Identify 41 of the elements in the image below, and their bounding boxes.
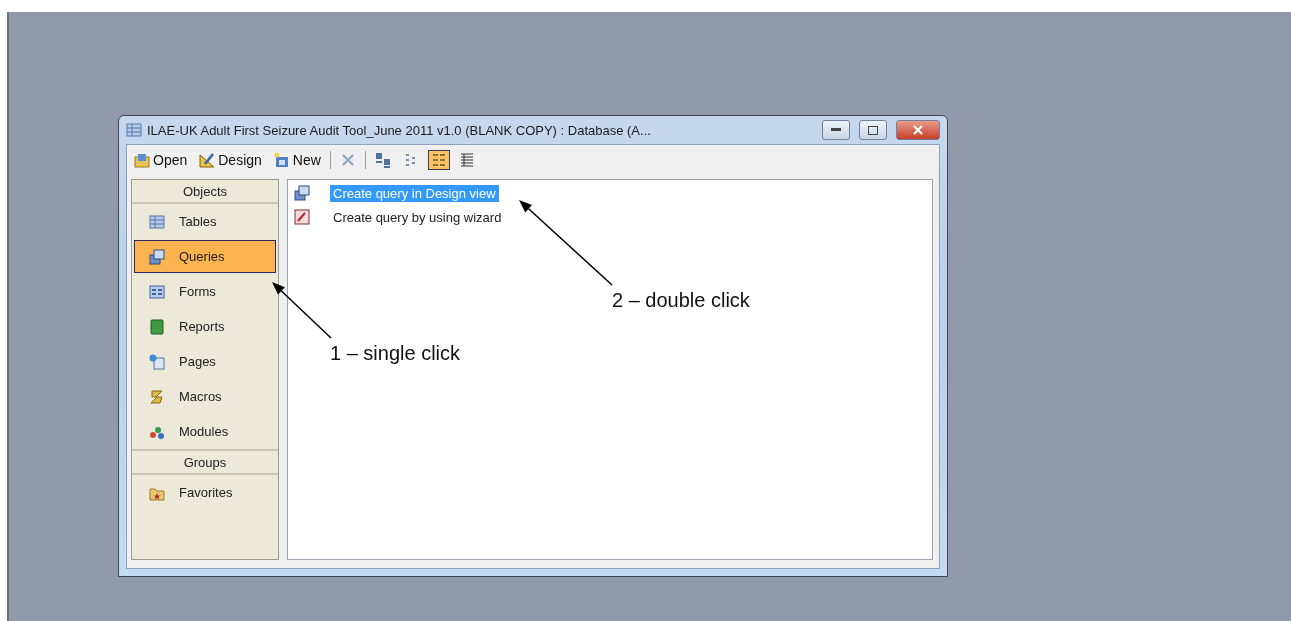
list-view-button[interactable] [427,150,450,170]
toolbar-button[interactable]: Open [131,150,191,170]
list-view-icon [430,152,447,168]
section-header[interactable]: Objects [132,180,278,204]
annotation-label: 1 – single click [330,342,461,365]
sidebar-item[interactable]: Pages [134,345,276,378]
details-view-icon [458,152,475,168]
form-icon [149,283,165,300]
database-icon [126,122,142,138]
sidebar-item[interactable]: Macros [134,380,276,413]
sidebar-item[interactable]: Modules [134,415,276,448]
window-title: ILAE-UK Adult First Seizure Audit Tool_June 2011 v1.0 (BLANK COPY) : Database (A... [147,122,652,138]
close-button[interactable] [896,120,940,140]
sidebar-item[interactable]: Reports [134,310,276,343]
folder-icon [134,152,150,168]
minimize-icon [831,128,841,132]
ruler-pencil-icon [199,152,216,168]
restore-icon [868,125,878,135]
section-header[interactable]: Groups [132,449,278,475]
scroll-icon [149,388,165,405]
list-item[interactable]: Create query by using wizard [330,208,505,226]
table-icon [149,213,165,230]
sidebar-item[interactable]: Favorites [134,476,276,509]
query-design-icon [294,185,310,201]
book-icon [149,318,165,335]
sidebar-item[interactable]: Forms [134,275,276,308]
toolbar-button[interactable]: New [270,150,324,170]
page-icon [149,353,165,370]
pointer-arrow [272,282,332,339]
query-icon [149,248,165,265]
restore-button[interactable] [859,120,887,140]
large-icons-view-icon [374,152,391,168]
sidebar-item[interactable]: Tables [134,205,276,238]
close-icon [913,125,923,135]
new-object-icon [273,152,290,168]
minimize-button[interactable] [822,120,850,140]
annotation-label: 2 – double click [612,289,750,312]
sidebar-item[interactable]: Queries [134,240,276,273]
delete-icon [339,152,356,168]
toolbar-button[interactable]: Design [196,150,265,170]
wizard-icon [294,209,310,225]
